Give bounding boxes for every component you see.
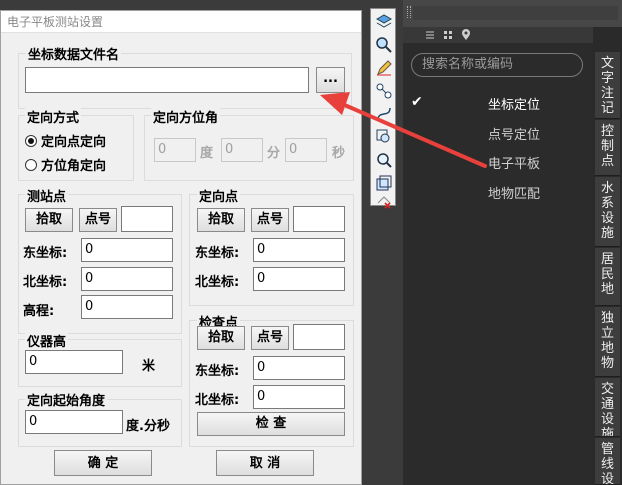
annotation-arrow [320, 92, 487, 168]
